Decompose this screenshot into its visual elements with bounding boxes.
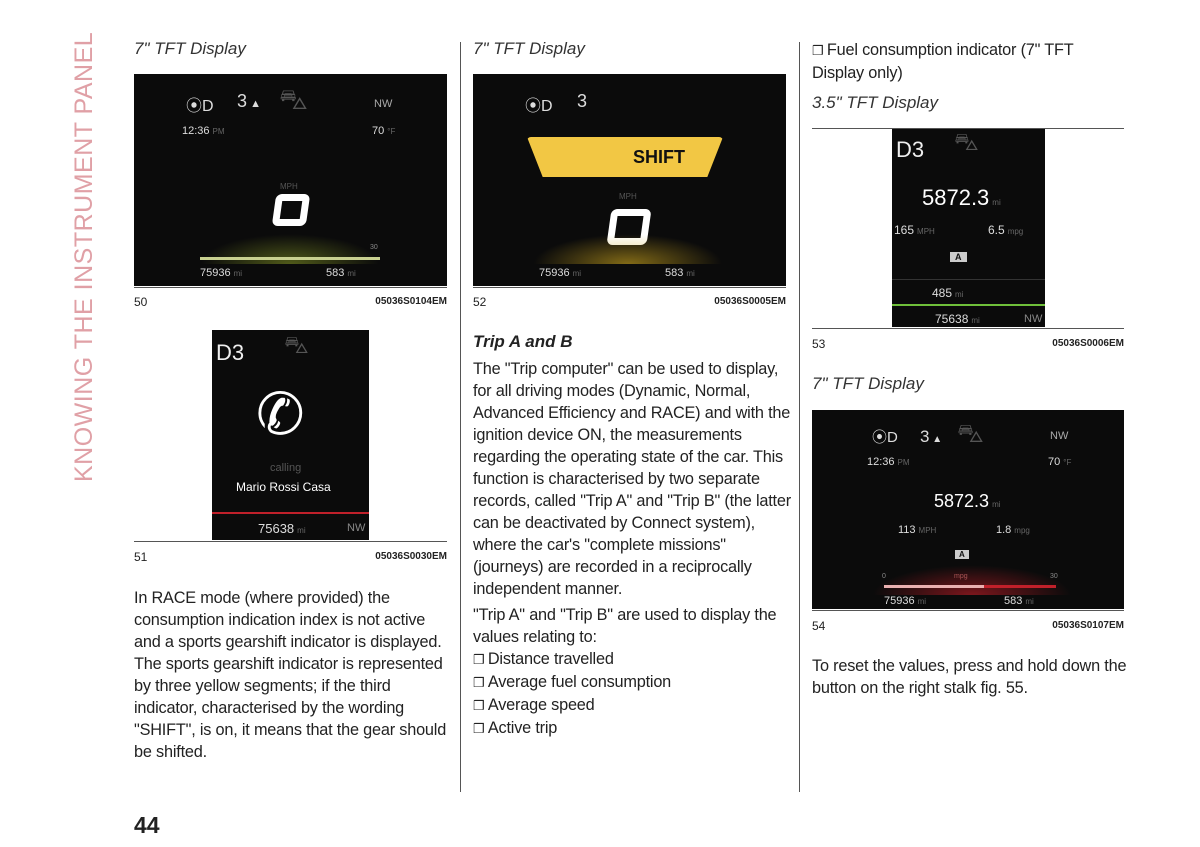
car-lane-icon: ⛍ bbox=[279, 84, 308, 115]
tft-display-figure-54: ⦿D 3 ▲ ⛍ 12:36 PM NW 70 °F 5872.3 mi 113 MPH… bbox=[812, 410, 1124, 609]
figure-caption: 3.5" TFT Display bbox=[812, 93, 939, 112]
phone-icon: ✆ bbox=[256, 382, 305, 447]
car-lane-icon: ⛍ bbox=[954, 129, 979, 156]
trip-badge: A bbox=[950, 252, 967, 262]
figure-code: 05036S0107EM bbox=[1052, 620, 1124, 631]
figure-caption: 7" TFT Display bbox=[473, 39, 585, 58]
tft-display-figure-50: ⦿D 3 ▲ ⛍ 12:36 PM NW 70 °F MPH 30 75936 mi … bbox=[134, 74, 447, 286]
gear-indicator: D3 bbox=[896, 137, 925, 162]
clock: 12:36 PM bbox=[182, 125, 225, 137]
trip-values-intro: "Trip A" and "Trip B" are used to displa… bbox=[473, 606, 777, 646]
odometer: 75936 mi bbox=[200, 267, 243, 279]
gear-indicator: 3 bbox=[577, 91, 588, 111]
consumption-bar bbox=[200, 257, 380, 260]
section-title: KNOWING THE INSTRUMENT PANEL bbox=[70, 31, 98, 482]
compass: NW bbox=[1024, 313, 1043, 325]
compass: NW bbox=[347, 522, 366, 534]
figure-caption: 7" TFT Display bbox=[134, 39, 246, 58]
figure-code: 05036S0006EM bbox=[1052, 338, 1124, 349]
figure-code: 05036S0005EM bbox=[714, 296, 786, 307]
gear-indicator: D3 bbox=[216, 340, 245, 365]
figure-number: 51 bbox=[134, 550, 148, 564]
gear-indicator: 3 ▲ bbox=[237, 91, 261, 111]
odometer: 75936 mi bbox=[539, 267, 582, 279]
odometer: 75638 mi bbox=[935, 312, 980, 326]
tft-display-figure-53: D3 ⛍ 5872.3 mi 165 MPH 6.5 mpg A 485 mi 7563… bbox=[892, 129, 1045, 327]
column-divider bbox=[460, 42, 461, 792]
gear-indicator: 3 ▲ bbox=[920, 427, 943, 446]
headlight-auto-icon: ⦿D bbox=[525, 98, 553, 115]
tft-display-figure-51: D3 ⛍ ✆ calling Mario Rossi Casa 75638 mi … bbox=[212, 330, 369, 540]
page-number: 44 bbox=[134, 812, 160, 838]
shift-label: SHIFT bbox=[633, 147, 685, 167]
speed-unit: MPH bbox=[619, 192, 637, 201]
reset-paragraph: To reset the values, press and hold down… bbox=[812, 657, 1127, 697]
call-status: calling bbox=[270, 462, 302, 474]
figure-number: 54 bbox=[812, 619, 826, 633]
car-lane-icon: ⛍ bbox=[284, 332, 309, 359]
shift-indicator bbox=[527, 137, 723, 177]
figure-code: 05036S0030EM bbox=[375, 551, 447, 562]
temperature: 70 °F bbox=[372, 125, 396, 137]
figure-number: 53 bbox=[812, 337, 826, 351]
headlight-auto-icon: ⦿D bbox=[186, 98, 214, 115]
clock: 12:36 PM bbox=[867, 456, 910, 468]
fuel-range: 583 mi bbox=[665, 267, 695, 279]
race-mode-paragraph: In RACE mode (where provided) the consum… bbox=[134, 589, 447, 761]
list-item: Active trip bbox=[473, 717, 791, 740]
list-item: Average fuel consumption bbox=[473, 671, 791, 694]
trip-distance: 5872.3 mi bbox=[934, 491, 1001, 511]
column-divider bbox=[799, 42, 800, 792]
trip-distance: 5872.3 mi bbox=[922, 185, 1001, 210]
section-heading: Trip A and B bbox=[473, 332, 573, 351]
odometer: 75936 mi bbox=[884, 595, 927, 607]
trip-description: The "Trip computer" can be used to displ… bbox=[473, 360, 791, 598]
list-item: Fuel consumption indicator (7" TFT Displ… bbox=[812, 39, 1112, 84]
contact-name: Mario Rossi Casa bbox=[236, 480, 331, 494]
average-speed: 113 MPH bbox=[898, 524, 937, 536]
compass: NW bbox=[374, 98, 393, 110]
compass: NW bbox=[1050, 430, 1069, 442]
figure-number: 52 bbox=[473, 295, 487, 309]
figure-number: 50 bbox=[134, 295, 148, 309]
fuel-range: 485 mi bbox=[932, 286, 964, 300]
tft-display-figure-52: ⦿D 3 SHIFT MPH 75936 mi 583 mi bbox=[473, 74, 786, 286]
fuel-range: 583 mi bbox=[1004, 595, 1034, 607]
car-lane-icon: ⛍ bbox=[957, 418, 984, 448]
average-speed: 165 MPH bbox=[894, 223, 935, 237]
average-consumption: 1.8 mpg bbox=[996, 524, 1030, 536]
temperature: 70 °F bbox=[1048, 456, 1072, 468]
list-item: Average speed bbox=[473, 694, 791, 717]
speed-unit: MPH bbox=[280, 182, 298, 191]
figure-code: 05036S0104EM bbox=[375, 296, 447, 307]
average-consumption: 6.5 mpg bbox=[988, 223, 1024, 237]
trip-badge: A bbox=[955, 550, 969, 559]
speed-digit bbox=[271, 194, 311, 226]
trip-paragraph: The "Trip computer" can be used to displ… bbox=[473, 358, 791, 740]
odometer: 75638 mi bbox=[258, 521, 306, 536]
figure-caption: 7" TFT Display bbox=[812, 374, 924, 393]
list-item: Distance travelled bbox=[473, 648, 791, 671]
fuel-range: 583 mi bbox=[326, 267, 356, 279]
headlight-auto-icon: ⦿D bbox=[872, 429, 898, 446]
consumption-bar bbox=[884, 585, 1056, 588]
manual-page: KNOWING THE INSTRUMENT PANEL 7" TFT Disp… bbox=[0, 0, 1200, 847]
